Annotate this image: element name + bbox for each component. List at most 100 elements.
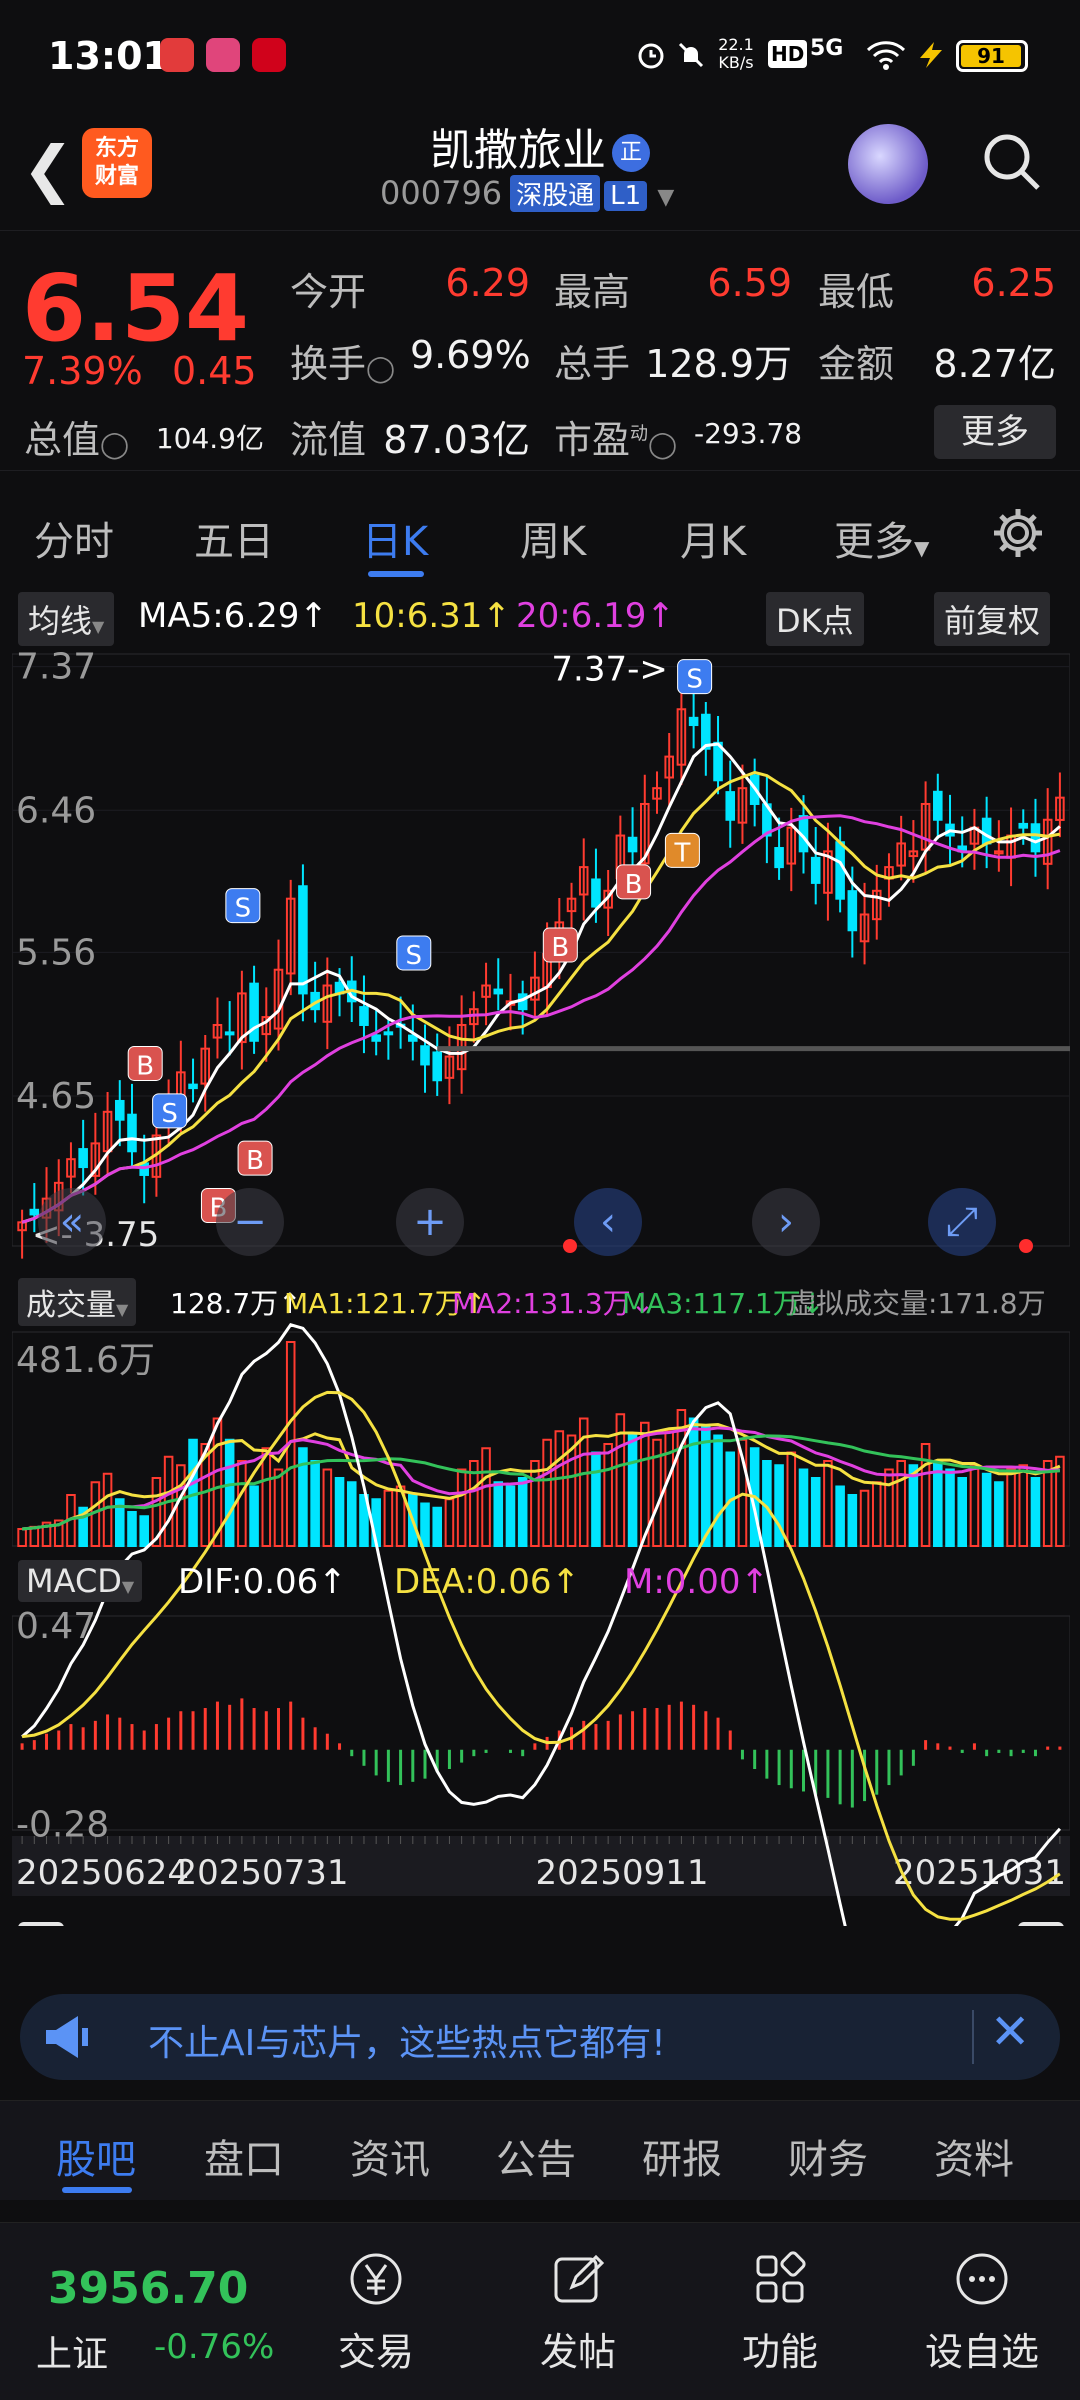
candle-body (688, 716, 699, 727)
volume-bar (664, 1430, 674, 1547)
candle-body (383, 1031, 394, 1036)
tab-news[interactable]: 资讯 (350, 2127, 430, 2185)
index-change[interactable]: -0.76% (154, 2327, 274, 2367)
gear-icon[interactable] (990, 505, 1046, 561)
tab-weekly-k[interactable]: 周K (520, 509, 586, 567)
volume-bar (981, 1472, 992, 1547)
volume-bar (713, 1434, 723, 1547)
grid-icon (756, 2251, 806, 2303)
macd-selector[interactable]: MACD▼ (18, 1560, 143, 1602)
candle-body (432, 1051, 443, 1082)
exchange-tag: 深股通 (510, 175, 601, 212)
macd-lines (21, 1323, 1062, 1926)
signal-marker-label: B (625, 870, 643, 900)
volume-bar (383, 1489, 394, 1547)
candle-body (420, 1045, 430, 1066)
ma5-line (21, 742, 1061, 1224)
add-watchlist-button[interactable]: 设自选 (912, 2249, 1052, 2376)
chevron-down-icon: ▼ (914, 536, 930, 560)
ma-selector[interactable]: 均线▼ (18, 592, 115, 646)
chevron-down-icon: ▼ (116, 1300, 129, 1319)
volume-bar (102, 1472, 113, 1547)
low-value: 6.25 (971, 261, 1056, 305)
date-label: 20250624 (16, 1853, 189, 1893)
volume-bar (835, 1485, 845, 1547)
high-value: 6.59 (707, 261, 792, 305)
post-button[interactable]: 发帖 (508, 2249, 648, 2376)
notification-app-icon (206, 38, 240, 72)
macd-m: M:0.00↑ (624, 1562, 769, 1602)
ma-legend: 均线▼ MA5:6.29↑ 10:6.31↑ 20:6.19↑ DK点 前复权 (0, 590, 1080, 646)
stock-code-row[interactable]: 000796 深股通 L1 ▼ (380, 174, 674, 212)
candle-body (725, 791, 736, 821)
volume-bar (17, 1528, 27, 1547)
volume-bar (334, 1477, 345, 1547)
volume-bar (969, 1464, 980, 1547)
macd-dea: DEA:0.06↑ (394, 1562, 580, 1602)
status-bar: 13:01 22.1 KB/s HD 5G 91 (0, 0, 1080, 110)
volume-bar (493, 1481, 504, 1547)
volume-bar (420, 1502, 430, 1547)
dk-point-button[interactable]: DK点 (766, 592, 864, 646)
volume-bar (432, 1506, 443, 1547)
ma20-value: 20:6.19↑ (516, 596, 675, 636)
volume-bar (859, 1489, 870, 1547)
tab-monthly-k[interactable]: 月K (680, 509, 746, 567)
macd-dif-line (21, 1323, 1062, 1926)
volume-bar (249, 1485, 259, 1547)
tab-research[interactable]: 研报 (642, 2127, 722, 2185)
tab-profile[interactable]: 资料 (934, 2127, 1014, 2185)
tab-more[interactable]: 更多▼ (834, 509, 929, 567)
macd-dif: DIF:0.06↑ (178, 1562, 347, 1602)
close-icon[interactable]: ✕ (990, 2004, 1030, 2060)
chevron-down-icon: ▼ (92, 617, 105, 636)
volume-bar (224, 1438, 235, 1547)
high-label: 最高 (554, 270, 631, 314)
charging-icon (920, 42, 942, 68)
macd-legend: MACD▼ DIF:0.06↑ DEA:0.06↑ M:0.00↑ (18, 1560, 1078, 1608)
adjust-button[interactable]: 前复权 (934, 592, 1051, 646)
index-value[interactable]: 3956.70 (48, 2263, 248, 2314)
functions-button[interactable]: 功能 (710, 2249, 850, 2376)
tab-intraday[interactable]: 分时 (34, 509, 114, 567)
pe-label: 市盈动◯ (554, 418, 678, 462)
candle-body (627, 836, 638, 853)
wifi-icon (866, 41, 906, 70)
volume-bar (1042, 1460, 1053, 1547)
tab-daily-k[interactable]: 日K (362, 509, 428, 567)
candle-body (933, 790, 943, 821)
index-name[interactable]: 上证 (36, 2325, 108, 2377)
battery-level: 91 (961, 45, 1021, 67)
more-button[interactable]: 更多 (934, 405, 1056, 459)
signal-marker-label: T (673, 838, 690, 868)
search-icon[interactable] (980, 130, 1042, 192)
volume-bar (456, 1468, 467, 1547)
tab-announcements[interactable]: 公告 (496, 2127, 576, 2185)
volume-selector[interactable]: 成交量▼ (18, 1278, 137, 1326)
tab-finance[interactable]: 财务 (788, 2127, 868, 2185)
macd-bars (20, 1698, 1062, 1808)
tab-guba[interactable]: 股吧 (56, 2127, 136, 2185)
volume-bar (176, 1464, 186, 1547)
info-icon: ◯ (366, 354, 396, 384)
assistant-robot-icon[interactable] (848, 124, 928, 204)
notification-app-icon (252, 38, 286, 72)
tab-five-day[interactable]: 五日 (194, 509, 274, 567)
active-tab-indicator (368, 571, 424, 577)
candle-body (224, 1031, 235, 1036)
volume-bar (945, 1468, 955, 1547)
tab-pankou[interactable]: 盘口 (204, 2127, 284, 2185)
range-handle-right[interactable] (1018, 1922, 1064, 1926)
range-handle-left[interactable] (18, 1922, 64, 1926)
date-label: 20250731 (175, 1853, 348, 1893)
net-speed: 22.1 KB/s (718, 35, 754, 72)
zoom-out-icon-glyph: − (233, 1199, 267, 1245)
promo-banner[interactable]: 不止AI与芯片，这些热点它都有! ✕ (20, 1994, 1060, 2080)
volume-bar (554, 1430, 565, 1547)
trade-button[interactable]: 交易 (306, 2249, 446, 2376)
candle-body (359, 1006, 369, 1026)
volume-bar (688, 1417, 699, 1547)
volume-bar (29, 1525, 40, 1547)
signal-marker-label: S (686, 665, 703, 695)
float-label: 流值 (290, 418, 367, 462)
